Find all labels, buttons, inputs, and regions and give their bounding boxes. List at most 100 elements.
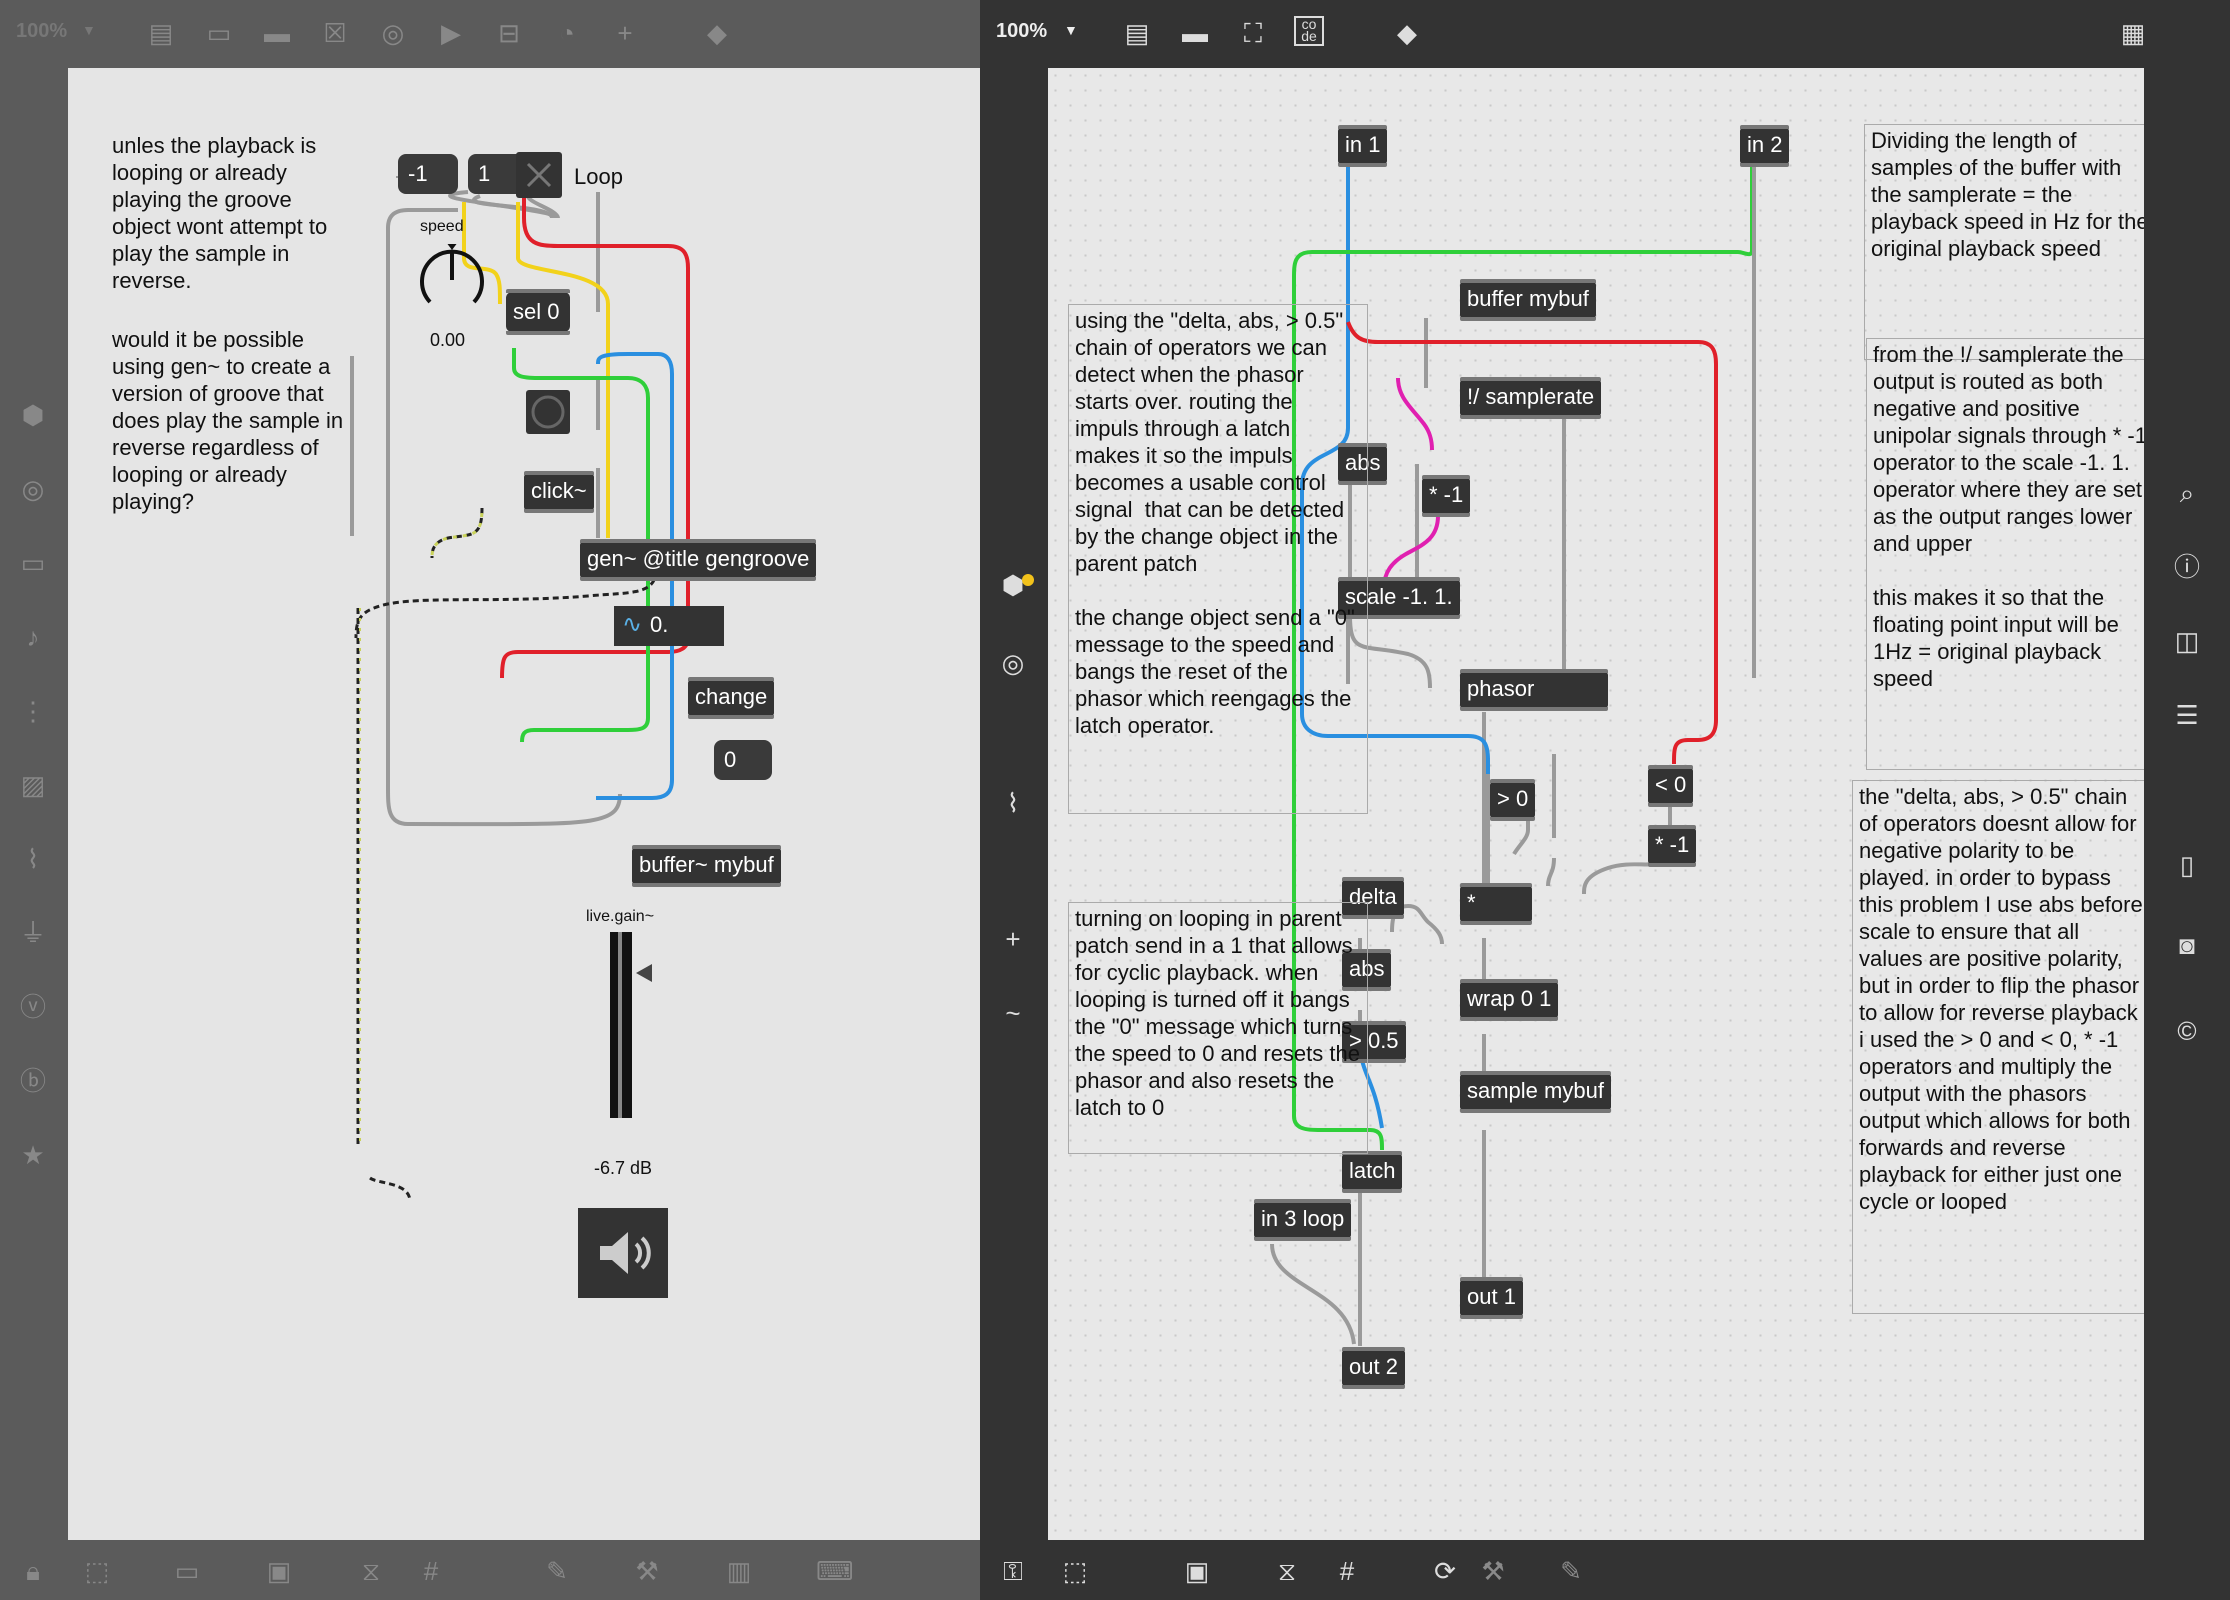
b-icon[interactable]: ⓑ xyxy=(16,1064,50,1098)
select-arrow-icon[interactable]: ⬚ xyxy=(80,1554,114,1588)
signal-icon[interactable]: ~ xyxy=(996,996,1030,1030)
greater-than-zero-object[interactable]: > 0 xyxy=(1490,779,1536,821)
dial-icon[interactable]: ◔ xyxy=(550,16,584,50)
target-icon[interactable]: ◎ xyxy=(996,646,1030,680)
sample-mybuf-object[interactable]: sample mybuf xyxy=(1460,1071,1611,1113)
add-pin-icon[interactable]: ✎ xyxy=(540,1554,574,1588)
refresh-icon[interactable]: ⟳ xyxy=(1428,1554,1462,1588)
live-gain-slider[interactable] xyxy=(610,932,632,1118)
package-icon[interactable]: ⬢ xyxy=(16,398,50,432)
paint-bucket-icon[interactable]: ◆ xyxy=(1390,16,1424,50)
search-icon[interactable]: ⌕ xyxy=(2170,476,2204,510)
windows-icon[interactable]: ▣ xyxy=(262,1554,296,1588)
camera-icon[interactable]: ◙ xyxy=(2170,928,2204,962)
zoom-dropdown-icon[interactable]: ▼ xyxy=(1064,22,1078,38)
windows-icon[interactable]: ▣ xyxy=(1180,1554,1214,1588)
film-icon[interactable]: ▭ xyxy=(16,546,50,580)
comment-buffer-length: Dividing the length of samples of the bu… xyxy=(1864,124,2144,360)
mute-icon[interactable]: ⧖ xyxy=(354,1554,388,1588)
multiply-object[interactable]: * xyxy=(1460,883,1532,925)
left-sidebar: ⬢ ◎ ▭ ♪ ⋮ ▨ ⌇ ⏚ ⓥ ⓑ ★ xyxy=(0,68,68,1540)
latch-object[interactable]: latch xyxy=(1342,1151,1403,1193)
change-object[interactable]: change xyxy=(688,677,775,719)
target-icon[interactable]: ◎ xyxy=(16,472,50,506)
speed-dial-value: 0.00 xyxy=(430,330,466,350)
loop-label: Loop xyxy=(574,164,623,189)
presentation-list-icon[interactable]: ▤ xyxy=(144,16,178,50)
ezdac-button[interactable] xyxy=(578,1208,668,1298)
multiply-neg-one-object[interactable]: * -1 xyxy=(1422,475,1471,517)
toggle-icon[interactable]: ☒ xyxy=(318,16,352,50)
gen-object[interactable]: gen~ @title gengroove xyxy=(580,539,817,581)
columns-icon[interactable]: ◫ xyxy=(2170,624,2204,658)
presentation-icon[interactable]: ▭ xyxy=(170,1554,204,1588)
c-icon[interactable]: © xyxy=(2170,1014,2204,1048)
button-icon[interactable]: ◎ xyxy=(376,16,410,50)
hammer-icon[interactable]: ⚒ xyxy=(1476,1554,1510,1588)
comment-icon[interactable]: ▬ xyxy=(1178,16,1212,50)
loop-toggle[interactable] xyxy=(516,152,562,198)
signal-wave-icon: ∿ xyxy=(622,611,643,638)
message-zero[interactable]: 0 xyxy=(714,740,772,780)
paperclip-icon[interactable]: ⌇ xyxy=(996,786,1030,820)
wrench-icon[interactable]: ⚒ xyxy=(630,1554,664,1588)
bars-icon[interactable]: ▥ xyxy=(722,1554,756,1588)
music-note-icon[interactable]: ♪ xyxy=(16,620,50,654)
play-icon[interactable]: ▶ xyxy=(434,16,468,50)
add-pin-icon[interactable]: ✎ xyxy=(1554,1554,1588,1588)
zoom-dropdown-icon[interactable]: ▼ xyxy=(82,22,96,38)
presentation-list-icon[interactable]: ▤ xyxy=(1120,16,1154,50)
phasor-object[interactable]: phasor xyxy=(1460,669,1608,711)
star-icon[interactable]: ★ xyxy=(16,1138,50,1172)
lock-icon[interactable]: 🔒︎ xyxy=(16,1554,50,1588)
bang-button[interactable] xyxy=(526,390,570,434)
mute-icon[interactable]: ⧖ xyxy=(1270,1554,1304,1588)
codebox-icon[interactable]: co de xyxy=(1294,16,1324,46)
comment-icon[interactable]: ▬ xyxy=(260,16,294,50)
click-object[interactable]: click~ xyxy=(524,471,594,513)
v-icon[interactable]: ⓥ xyxy=(16,990,50,1024)
in-2-object[interactable]: in 2 xyxy=(1740,125,1790,167)
add-icon[interactable]: + xyxy=(996,922,1030,956)
expand-icon[interactable]: ⛶ xyxy=(1236,16,1270,50)
in-1-object[interactable]: in 1 xyxy=(1338,125,1388,167)
buffer-mybuf-object[interactable]: buffer mybuf xyxy=(1460,279,1596,321)
samplerate-object[interactable]: !/ samplerate xyxy=(1460,377,1602,419)
paint-bucket-icon[interactable]: ◆ xyxy=(700,16,734,50)
slider-icon[interactable]: ⊟ xyxy=(492,16,526,50)
out-1-object[interactable]: out 1 xyxy=(1460,1277,1523,1319)
select-arrow-icon[interactable]: ⬚ xyxy=(1058,1554,1092,1588)
parent-patch-canvas[interactable]: unles the playback is looping or already… xyxy=(68,68,980,1540)
grid-icon[interactable]: # xyxy=(414,1554,448,1588)
wrap-object[interactable]: wrap 0 1 xyxy=(1460,979,1559,1021)
sequence-icon[interactable]: ⋮ xyxy=(16,694,50,728)
image-icon[interactable]: ▨ xyxy=(16,768,50,802)
left-toolbar: 100% ▼ ▤ ▭ ▬ ☒ ◎ ▶ ⊟ ◔ + ◆ xyxy=(0,0,980,68)
unlock-icon[interactable]: ⚿ xyxy=(996,1554,1030,1588)
message-minus-one[interactable]: -1 xyxy=(398,154,458,194)
gain-meter-divider xyxy=(618,932,622,1118)
object-box-icon[interactable]: ▭ xyxy=(202,16,236,50)
parent-patcher-window: 100% ▼ ▤ ▭ ▬ ☒ ◎ ▶ ⊟ ◔ + ◆ ⬢ ◎ ▭ ♪ ⋮ ▨ ⌇… xyxy=(0,0,980,1600)
gen-patch-canvas[interactable]: in 1 in 2 buffer mybuf !/ samplerate abs… xyxy=(1048,68,2144,1540)
paperclip-icon[interactable]: ⌇ xyxy=(16,842,50,876)
keyboard-icon[interactable]: ⌨ xyxy=(816,1554,854,1588)
grid-dots-icon[interactable]: ▦ xyxy=(2116,16,2150,50)
number-box[interactable]: ∿ 0. xyxy=(614,606,724,646)
info-icon[interactable]: ⓘ xyxy=(2170,550,2204,584)
grid-icon[interactable]: # xyxy=(1330,1554,1364,1588)
in-3-loop-object[interactable]: in 3 loop xyxy=(1254,1199,1352,1241)
sel-object[interactable]: sel 0 xyxy=(506,289,570,335)
multiply-neg-one-object-2[interactable]: * -1 xyxy=(1648,825,1697,867)
gain-pointer-icon[interactable] xyxy=(636,964,652,982)
less-than-zero-object[interactable]: < 0 xyxy=(1648,765,1694,807)
speed-dial[interactable] xyxy=(416,242,488,316)
list-icon[interactable]: ☰ xyxy=(2170,698,2204,732)
book-icon[interactable]: ▯ xyxy=(2170,848,2204,882)
out-2-object[interactable]: out 2 xyxy=(1342,1347,1405,1389)
zoom-level[interactable]: 100% xyxy=(996,20,1047,43)
zoom-level[interactable]: 100% xyxy=(16,20,67,43)
buffer-object[interactable]: buffer~ mybuf xyxy=(632,845,781,887)
plug-icon[interactable]: ⏚ xyxy=(16,916,50,950)
add-icon[interactable]: + xyxy=(608,16,642,50)
